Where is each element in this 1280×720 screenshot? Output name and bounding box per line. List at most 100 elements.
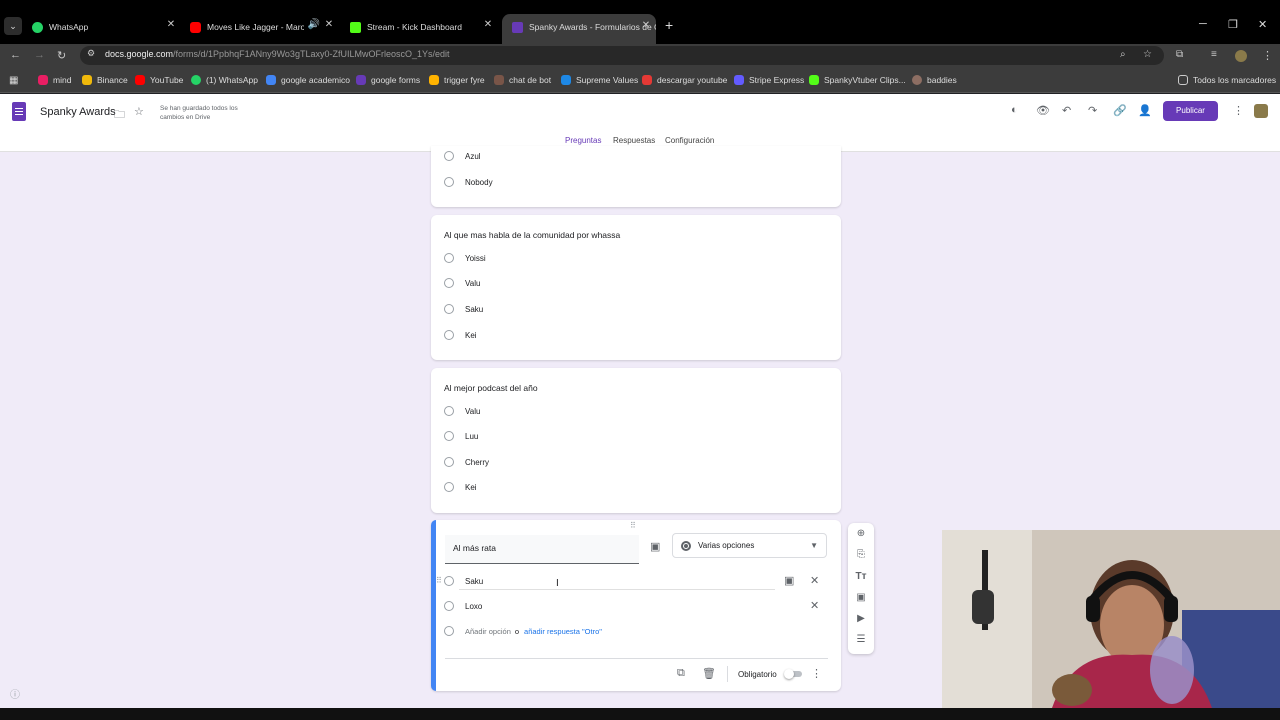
folder-icon[interactable]: 🗀 xyxy=(114,106,125,125)
close-icon[interactable]: ✕ xyxy=(810,599,819,612)
bookmark-spankyvtuber-clips[interactable]: SpankyVtuber Clips... xyxy=(809,74,906,86)
more-icon[interactable]: ⋮ xyxy=(811,667,822,680)
import-icon[interactable]: ⎘ xyxy=(855,549,867,560)
tab-search-icon[interactable]: ⌄ xyxy=(4,17,22,35)
star-icon[interactable]: ☆ xyxy=(1143,49,1152,60)
bookmark-youtube[interactable]: YouTube xyxy=(135,74,183,86)
audio-playing-icon[interactable]: 🔊 xyxy=(307,19,321,30)
option-item[interactable]: Cherry xyxy=(444,457,489,467)
search-icon[interactable]: ⌕ xyxy=(1120,49,1126,60)
preview-icon[interactable]: 👁 xyxy=(1036,104,1050,117)
option-item[interactable]: Luu xyxy=(444,431,478,441)
help-icon[interactable]: ⓘ xyxy=(10,686,20,701)
add-collaborator-icon[interactable]: 👤 xyxy=(1138,104,1152,117)
tab-respuestas[interactable]: Respuestas xyxy=(613,136,655,145)
google-forms-logo-icon[interactable] xyxy=(12,102,26,121)
close-tab-icon[interactable]: ✕ xyxy=(481,19,495,30)
bookmark-icon xyxy=(429,75,439,85)
bookmark-trigger-fyre[interactable]: trigger fyre xyxy=(429,74,485,86)
required-label: Obligatorio xyxy=(738,670,777,679)
undo-icon[interactable]: ↶ xyxy=(1062,104,1071,117)
close-tab-icon[interactable]: ✕ xyxy=(322,19,336,30)
delete-icon[interactable]: 🗑 xyxy=(702,667,716,680)
restore-icon[interactable]: ❐ xyxy=(1228,18,1238,31)
apps-icon[interactable]: ▦ xyxy=(9,74,18,86)
url-text[interactable]: docs.google.com/forms/d/1PpbhqF1ANny9Wo3… xyxy=(105,49,450,59)
image-icon[interactable]: ▣ xyxy=(784,574,794,587)
drag-handle-icon[interactable]: ⠿ xyxy=(630,521,636,530)
minimize-icon[interactable]: ─ xyxy=(1199,18,1207,30)
add-question-icon[interactable]: ⊕ xyxy=(855,528,867,539)
avatar[interactable] xyxy=(1254,104,1268,118)
tab-google-forms[interactable]: Spanky Awards - Formularios de Google xyxy=(502,14,656,44)
redo-icon[interactable]: ↷ xyxy=(1088,104,1097,117)
image-icon[interactable]: ▣ xyxy=(855,592,867,603)
add-option-link[interactable]: Añadir opción xyxy=(465,627,511,636)
palette-icon[interactable]: ◐ xyxy=(1011,104,1018,116)
question-title-input[interactable]: Al más rata xyxy=(445,535,639,564)
option-item[interactable]: Valu xyxy=(444,278,480,288)
form-title[interactable]: Spanky Awards xyxy=(40,106,116,118)
all-bookmarks-folder[interactable]: Todos los marcadores xyxy=(1178,74,1276,86)
bookmark-baddies[interactable]: baddies xyxy=(912,74,957,86)
reload-icon[interactable]: ↻ xyxy=(57,49,66,62)
tab-youtube[interactable]: Moves Like Jagger - Maroon 5 xyxy=(190,16,304,38)
bookmark-stripe-express[interactable]: Stripe Express xyxy=(734,74,804,86)
bookmark-icon xyxy=(38,75,48,85)
duplicate-icon[interactable]: ⧉ xyxy=(677,667,685,680)
add-option-row[interactable]: Añadir opción o añadir respuesta "Otro" xyxy=(444,626,602,636)
bookmark-mind[interactable]: mind xyxy=(38,74,71,86)
google-forms-icon xyxy=(512,21,523,33)
tab-configuracion[interactable]: Configuración xyxy=(665,136,714,145)
site-info-icon[interactable]: ⚙ xyxy=(87,48,95,59)
bookmark-supreme-values[interactable]: Supreme Values xyxy=(561,74,638,86)
bookmark-icon xyxy=(734,75,744,85)
extensions-icon[interactable]: ⧉ xyxy=(1176,49,1183,60)
tab-preguntas[interactable]: Preguntas xyxy=(565,136,601,145)
tab-whatsapp[interactable]: WhatsApp xyxy=(32,16,172,38)
option-item[interactable]: Valu xyxy=(444,406,480,416)
bookmark-binance[interactable]: Binance xyxy=(82,74,128,86)
option-input[interactable]: Saku xyxy=(444,576,483,586)
link-icon[interactable]: 🔗 xyxy=(1113,104,1127,117)
video-icon[interactable]: ▶ xyxy=(855,613,867,624)
close-icon[interactable]: ✕ xyxy=(810,574,819,587)
image-icon[interactable]: ▣ xyxy=(650,540,660,553)
add-other-link[interactable]: añadir respuesta "Otro" xyxy=(524,627,602,636)
publish-button[interactable]: Publicar xyxy=(1163,101,1218,121)
option-underline xyxy=(459,589,775,590)
bookmark-chat-de-bot[interactable]: chat de bot xyxy=(494,74,551,86)
new-tab-icon[interactable]: + xyxy=(665,17,673,33)
option-input[interactable]: Loxo xyxy=(444,601,482,611)
option-item[interactable]: Kei xyxy=(444,330,477,340)
radio-icon xyxy=(444,482,454,492)
save-status: Se han guardado todos los cambios en Dri… xyxy=(160,105,238,121)
option-item[interactable]: Nobody xyxy=(444,177,493,187)
section-icon[interactable]: ☰ xyxy=(855,634,867,645)
option-item[interactable]: Saku xyxy=(444,304,483,314)
close-tab-icon[interactable]: ✕ xyxy=(639,20,653,31)
title-icon[interactable]: Tт xyxy=(855,571,867,582)
bookmark-google-academico[interactable]: google academico xyxy=(266,74,350,86)
browser-menu-icon[interactable]: ⋮ xyxy=(1262,49,1273,62)
bookmark-descargar-youtube[interactable]: descargar youtube xyxy=(642,74,727,86)
whatsapp-icon xyxy=(32,21,43,33)
question-type-select[interactable]: Varias opciones ▼ xyxy=(672,533,827,558)
bookmark-google-forms[interactable]: google forms xyxy=(356,74,420,86)
close-tab-icon[interactable]: ✕ xyxy=(164,19,178,30)
option-item[interactable]: Azul xyxy=(444,151,481,161)
drag-handle-icon[interactable]: ⠿ xyxy=(436,576,442,585)
close-window-icon[interactable]: ✕ xyxy=(1258,18,1267,31)
required-toggle[interactable] xyxy=(784,669,802,679)
more-icon[interactable]: ⋮ xyxy=(1233,104,1244,117)
back-icon[interactable]: ← xyxy=(10,49,21,61)
option-item[interactable]: Yoissi xyxy=(444,253,486,263)
media-icon[interactable]: ≡ xyxy=(1211,49,1217,60)
bookmark-whatsapp[interactable]: (1) WhatsApp xyxy=(191,74,258,86)
forward-icon[interactable]: → xyxy=(34,49,45,61)
star-icon[interactable]: ☆ xyxy=(134,105,144,118)
youtube-icon xyxy=(190,21,201,33)
tab-kick[interactable]: Stream - Kick Dashboard xyxy=(350,16,480,38)
profile-avatar[interactable] xyxy=(1235,50,1247,62)
option-item[interactable]: Kei xyxy=(444,482,477,492)
